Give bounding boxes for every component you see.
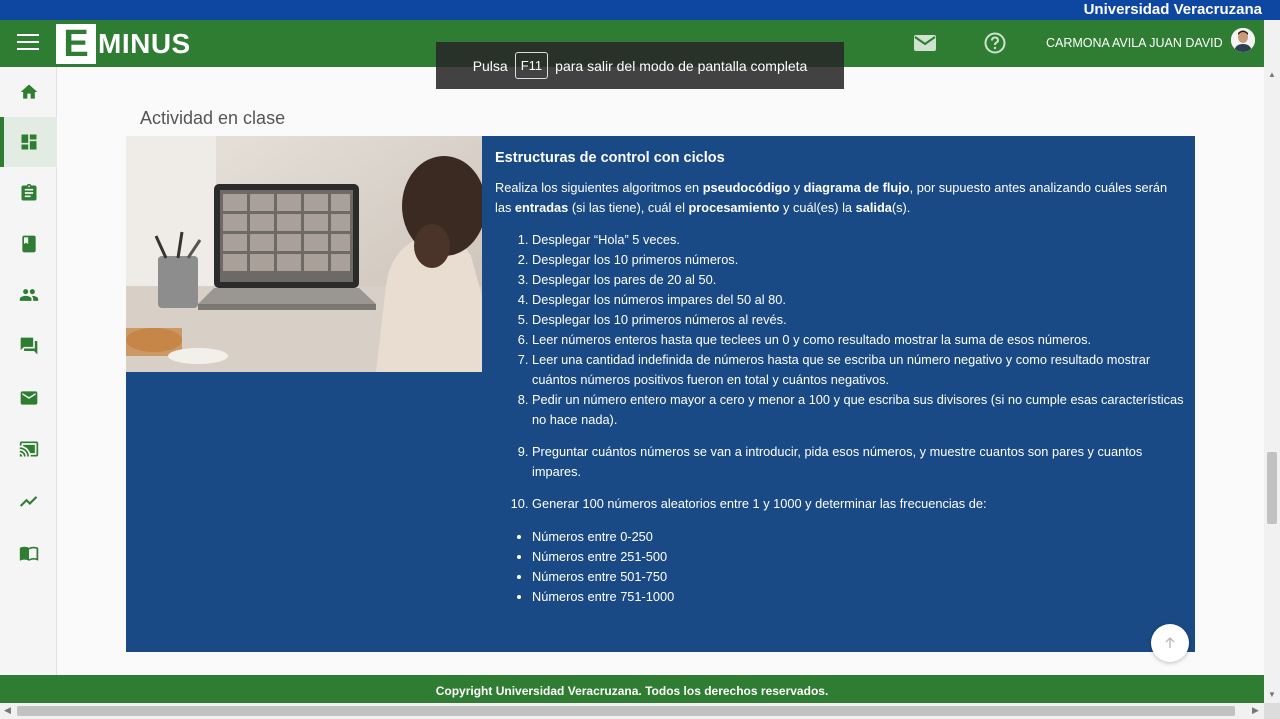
sidebar-item-people[interactable] bbox=[0, 270, 57, 320]
menu-book-icon bbox=[19, 546, 38, 561]
list-item: Leer una cantidad indefinida de números … bbox=[532, 350, 1185, 390]
list-item: Números entre 501-750 bbox=[532, 567, 1185, 587]
list-item: Números entre 751-1000 bbox=[532, 587, 1185, 607]
card-intro: Realiza los siguientes algoritmos en pse… bbox=[495, 178, 1185, 218]
horizontal-scrollbar[interactable]: ◀ ▶ bbox=[0, 703, 1264, 719]
people-icon bbox=[19, 289, 38, 301]
card-body: Estructuras de control con ciclos Realiz… bbox=[495, 148, 1185, 607]
intro-bold: salida bbox=[855, 200, 892, 215]
logo-letter: E bbox=[56, 24, 96, 64]
help-icon[interactable] bbox=[984, 32, 1006, 54]
list-item: Leer números enteros hasta que teclees u… bbox=[532, 330, 1185, 350]
list-item: Desplegar “Hola” 5 veces. bbox=[532, 230, 1185, 250]
horizontal-scroll-thumb[interactable] bbox=[17, 706, 1235, 716]
footer: Copyright Universidad Veracruzana. Todos… bbox=[0, 675, 1264, 703]
intro-text: y cuál(es) la bbox=[779, 200, 856, 215]
scroll-up-icon[interactable]: ▲ bbox=[1268, 70, 1276, 79]
sidebar-item-menu-book[interactable] bbox=[0, 528, 57, 578]
eminus-logo[interactable]: E MINUS bbox=[56, 24, 191, 64]
list-item: Preguntar cuántos números se van a intro… bbox=[532, 442, 1185, 482]
user-name[interactable]: CARMONA AVILA JUAN DAVID bbox=[1046, 36, 1223, 50]
section-title: Actividad en clase bbox=[140, 108, 286, 128]
list-item: Números entre 251-500 bbox=[532, 547, 1185, 567]
list-item: Desplegar los 10 primeros números al rev… bbox=[532, 310, 1185, 330]
list-item: Pedir un número entero mayor a cero y me… bbox=[532, 390, 1185, 430]
trending-icon bbox=[19, 496, 37, 507]
fullscreen-toast: Pulsa F11 para salir del modo de pantall… bbox=[436, 42, 844, 89]
forum-icon bbox=[20, 337, 37, 355]
sidebar bbox=[0, 67, 57, 675]
f11-key: F11 bbox=[514, 52, 549, 79]
intro-bold: entradas bbox=[514, 200, 569, 215]
sidebar-item-book[interactable] bbox=[0, 219, 57, 269]
list-item: Desplegar los pares de 20 al 50. bbox=[532, 270, 1185, 290]
home-icon bbox=[20, 84, 37, 99]
intro-text: y bbox=[790, 180, 804, 195]
video-call-photo bbox=[126, 136, 482, 372]
main-content: Actividad en clase Estructuras de contro… bbox=[57, 67, 1264, 675]
card-title: Estructuras de control con ciclos bbox=[495, 150, 725, 166]
avatar[interactable] bbox=[1231, 28, 1255, 52]
list-item: Números entre 0-250 bbox=[532, 527, 1185, 547]
ranges-list: Números entre 0-250 Números entre 251-50… bbox=[495, 527, 1185, 607]
sidebar-item-cast[interactable] bbox=[0, 424, 57, 474]
scroll-down-icon[interactable]: ▼ bbox=[1268, 690, 1276, 699]
list-item: Desplegar los 10 primeros números. bbox=[532, 250, 1185, 270]
sidebar-item-home[interactable] bbox=[0, 67, 57, 117]
list-item: Desplegar los números impares del 50 al … bbox=[532, 290, 1185, 310]
scrollbar-corner bbox=[1264, 703, 1280, 719]
menu-icon[interactable] bbox=[17, 34, 39, 52]
university-name: Universidad Veracruzana bbox=[1083, 1, 1262, 18]
intro-text: (si las tiene), cuál el bbox=[568, 200, 689, 215]
copyright-text: Copyright Universidad Veracruzana. Todos… bbox=[435, 684, 829, 698]
intro-bold: pseudocódigo bbox=[702, 180, 791, 195]
sidebar-item-dashboard[interactable] bbox=[0, 117, 57, 167]
sidebar-item-trending[interactable] bbox=[0, 476, 57, 526]
top-strip: Universidad Veracruzana bbox=[0, 0, 1280, 20]
book-icon bbox=[21, 235, 36, 253]
intro-text: Realiza los siguientes algoritmos en bbox=[495, 180, 703, 195]
mail-icon[interactable] bbox=[914, 35, 936, 51]
steps-list: Desplegar “Hola” 5 veces. Desplegar los … bbox=[495, 230, 1185, 514]
vertical-scroll-thumb[interactable] bbox=[1267, 452, 1277, 524]
dashboard-icon bbox=[21, 134, 36, 150]
sidebar-item-mail[interactable] bbox=[0, 373, 57, 423]
scroll-right-icon[interactable]: ▶ bbox=[1252, 705, 1259, 716]
assignment-icon bbox=[21, 183, 36, 201]
sidebar-item-forum[interactable] bbox=[0, 321, 57, 371]
scroll-left-icon[interactable]: ◀ bbox=[4, 705, 11, 716]
intro-bold: procesamiento bbox=[688, 200, 780, 215]
arrow-up-icon bbox=[1165, 637, 1175, 648]
vertical-scrollbar[interactable]: ▲ ▼ bbox=[1264, 20, 1280, 703]
mail-icon bbox=[20, 391, 37, 405]
cast-icon bbox=[19, 441, 38, 457]
logo-text: MINUS bbox=[98, 28, 191, 59]
scroll-top-button[interactable] bbox=[1151, 624, 1189, 662]
activity-card: Estructuras de control con ciclos Realiz… bbox=[126, 136, 1195, 652]
toast-text-before: Pulsa bbox=[472, 57, 508, 74]
intro-bold: diagrama de flujo bbox=[803, 180, 910, 195]
intro-text: (s). bbox=[891, 200, 911, 215]
list-item: Generar 100 números aleatorios entre 1 y… bbox=[532, 494, 1185, 514]
toast-text-after: para salir del modo de pantalla completa bbox=[555, 57, 808, 74]
sidebar-item-assignments[interactable] bbox=[0, 168, 57, 218]
